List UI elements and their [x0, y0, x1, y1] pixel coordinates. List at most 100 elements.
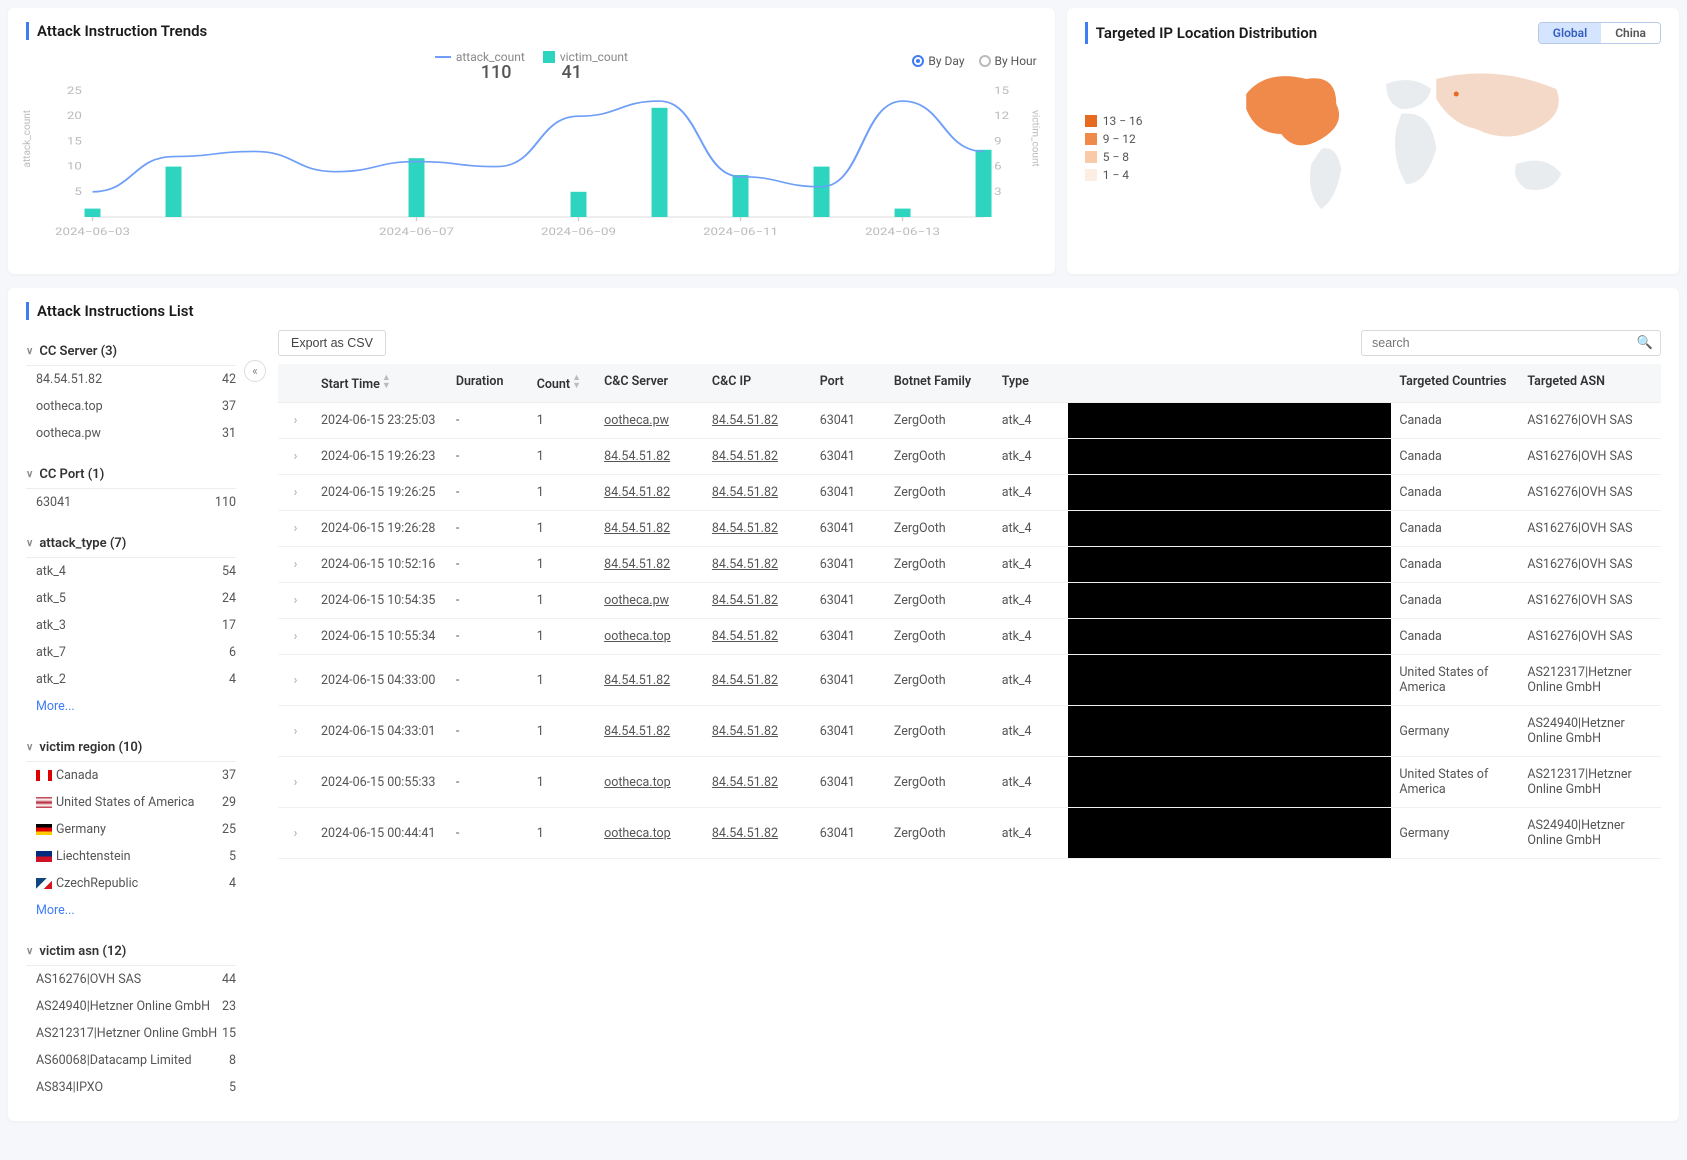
- by-hour-radio[interactable]: By Hour: [979, 54, 1037, 68]
- facet-more-link[interactable]: More...: [26, 693, 236, 720]
- cc-server-link[interactable]: 84.54.51.82: [604, 673, 670, 688]
- facet-cc_port: ∨CC Port (1)63041110: [26, 461, 236, 516]
- facet-item[interactable]: CzechRepublic4: [26, 870, 236, 897]
- chevron-down-icon: ∨: [26, 946, 33, 957]
- cc-server-link[interactable]: ootheca.pw: [604, 413, 669, 428]
- y-left-axis-label: attack_count: [22, 110, 33, 167]
- col-port[interactable]: Port: [812, 364, 886, 403]
- row-expand-button[interactable]: ›: [278, 439, 313, 475]
- list-title: Attack Instructions List: [37, 302, 194, 320]
- facet-item[interactable]: Canada37: [26, 762, 236, 789]
- facet-item[interactable]: 84.54.51.8242: [26, 366, 236, 393]
- facet-header[interactable]: ∨victim asn (12): [26, 938, 236, 966]
- row-expand-button[interactable]: ›: [278, 583, 313, 619]
- facet-item-name: Canada: [36, 768, 99, 783]
- cc-ip-link[interactable]: 84.54.51.82: [712, 826, 778, 841]
- map-scope-global[interactable]: Global: [1539, 23, 1601, 43]
- facet-item[interactable]: AS834|IPXO5: [26, 1074, 236, 1101]
- facet-item-count: 25: [222, 822, 236, 837]
- map-scope-china[interactable]: China: [1601, 23, 1660, 43]
- row-expand-button[interactable]: ›: [278, 757, 313, 808]
- cc-ip-link[interactable]: 84.54.51.82: [712, 557, 778, 572]
- svg-text:2024−06−07: 2024−06−07: [379, 226, 454, 238]
- cell-family: ZergOoth: [886, 706, 994, 757]
- row-expand-button[interactable]: ›: [278, 511, 313, 547]
- col-count[interactable]: Count▲▼: [529, 364, 596, 403]
- search-icon[interactable]: 🔍: [1637, 336, 1653, 351]
- facet-title: CC Port (1): [39, 467, 104, 482]
- facet-victim_region: ∨victim region (10)Canada37United States…: [26, 734, 236, 924]
- facet-item[interactable]: AS212317|Hetzner Online GmbH15: [26, 1020, 236, 1047]
- facet-item[interactable]: 63041110: [26, 489, 236, 516]
- facet-item[interactable]: ootheca.pw31: [26, 420, 236, 447]
- cc-ip-link[interactable]: 84.54.51.82: [712, 629, 778, 644]
- cc-server-link[interactable]: 84.54.51.82: [604, 449, 670, 464]
- facet-header[interactable]: ∨victim region (10): [26, 734, 236, 762]
- facet-item-count: 44: [222, 972, 236, 987]
- facet-item-count: 29: [222, 795, 236, 810]
- facet-item[interactable]: United States of America29: [26, 789, 236, 816]
- facet-item[interactable]: atk_76: [26, 639, 236, 666]
- cc-server-link[interactable]: 84.54.51.82: [604, 485, 670, 500]
- search-input[interactable]: [1361, 330, 1661, 356]
- col-cc-ip[interactable]: C&C IP: [704, 364, 812, 403]
- cc-ip-link[interactable]: 84.54.51.82: [712, 673, 778, 688]
- cc-ip-link[interactable]: 84.54.51.82: [712, 413, 778, 428]
- col-type[interactable]: Type: [994, 364, 1068, 403]
- export-csv-button[interactable]: Export as CSV: [278, 330, 386, 356]
- facet-item-name: AS16276|OVH SAS: [36, 972, 141, 987]
- cc-server-link[interactable]: ootheca.pw: [604, 593, 669, 608]
- cc-ip-link[interactable]: 84.54.51.82: [712, 724, 778, 739]
- facet-item[interactable]: AS24940|Hetzner Online GmbH23: [26, 993, 236, 1020]
- facet-item[interactable]: AS60068|Datacamp Limited8: [26, 1047, 236, 1074]
- facet-item[interactable]: atk_24: [26, 666, 236, 693]
- col-targeted-countries[interactable]: Targeted Countries: [1391, 364, 1519, 403]
- by-day-radio[interactable]: By Day: [912, 54, 964, 68]
- cc-ip-link[interactable]: 84.54.51.82: [712, 485, 778, 500]
- cc-server-link[interactable]: 84.54.51.82: [604, 724, 670, 739]
- cell-port: 63041: [812, 439, 886, 475]
- col-family[interactable]: Botnet Family: [886, 364, 994, 403]
- cell-count: 1: [529, 655, 596, 706]
- row-expand-button[interactable]: ›: [278, 403, 313, 439]
- facet-more-link[interactable]: More...: [26, 897, 236, 924]
- row-expand-button[interactable]: ›: [278, 655, 313, 706]
- col-duration[interactable]: Duration: [448, 364, 529, 403]
- cell-port: 63041: [812, 475, 886, 511]
- cc-ip-link[interactable]: 84.54.51.82: [712, 521, 778, 536]
- col-cc-server[interactable]: C&C Server: [596, 364, 704, 403]
- cc-ip-link[interactable]: 84.54.51.82: [712, 449, 778, 464]
- cc-ip-link[interactable]: 84.54.51.82: [712, 775, 778, 790]
- cell-targeted-country: Canada: [1391, 475, 1519, 511]
- facet-item[interactable]: Liechtenstein5: [26, 843, 236, 870]
- facet-item[interactable]: AS16276|OVH SAS 44: [26, 966, 236, 993]
- facet-item[interactable]: atk_454: [26, 558, 236, 585]
- cc-server-link[interactable]: ootheca.top: [604, 775, 671, 790]
- cc-ip-link[interactable]: 84.54.51.82: [712, 593, 778, 608]
- col-targeted-asn[interactable]: Targeted ASN: [1519, 364, 1661, 403]
- facet-item[interactable]: Germany 25: [26, 816, 236, 843]
- facet-item[interactable]: ootheca.top37: [26, 393, 236, 420]
- facet-header[interactable]: ∨CC Port (1): [26, 461, 236, 489]
- facet-item-name: AS834|IPXO: [36, 1080, 103, 1095]
- collapse-sidebar-button[interactable]: «: [244, 360, 266, 382]
- facet-item[interactable]: atk_524: [26, 585, 236, 612]
- facet-header[interactable]: ∨CC Server (3): [26, 338, 236, 366]
- cc-server-link[interactable]: ootheca.top: [604, 826, 671, 841]
- facet-header[interactable]: ∨attack_type (7): [26, 530, 236, 558]
- svg-text:2024−06−09: 2024−06−09: [541, 226, 616, 238]
- facet-item[interactable]: atk_317: [26, 612, 236, 639]
- cc-server-link[interactable]: 84.54.51.82: [604, 557, 670, 572]
- row-expand-button[interactable]: ›: [278, 475, 313, 511]
- cell-port: 63041: [812, 706, 886, 757]
- facet-item-name: Germany: [36, 822, 106, 837]
- cc-server-link[interactable]: ootheca.top: [604, 629, 671, 644]
- row-expand-button[interactable]: ›: [278, 547, 313, 583]
- row-expand-button[interactable]: ›: [278, 706, 313, 757]
- cell-type: atk_4: [994, 706, 1068, 757]
- cell-start-time: 2024-06-15 19:26:23: [313, 439, 448, 475]
- col-start-time[interactable]: Start Time▲▼: [313, 364, 448, 403]
- row-expand-button[interactable]: ›: [278, 619, 313, 655]
- cc-server-link[interactable]: 84.54.51.82: [604, 521, 670, 536]
- row-expand-button[interactable]: ›: [278, 808, 313, 859]
